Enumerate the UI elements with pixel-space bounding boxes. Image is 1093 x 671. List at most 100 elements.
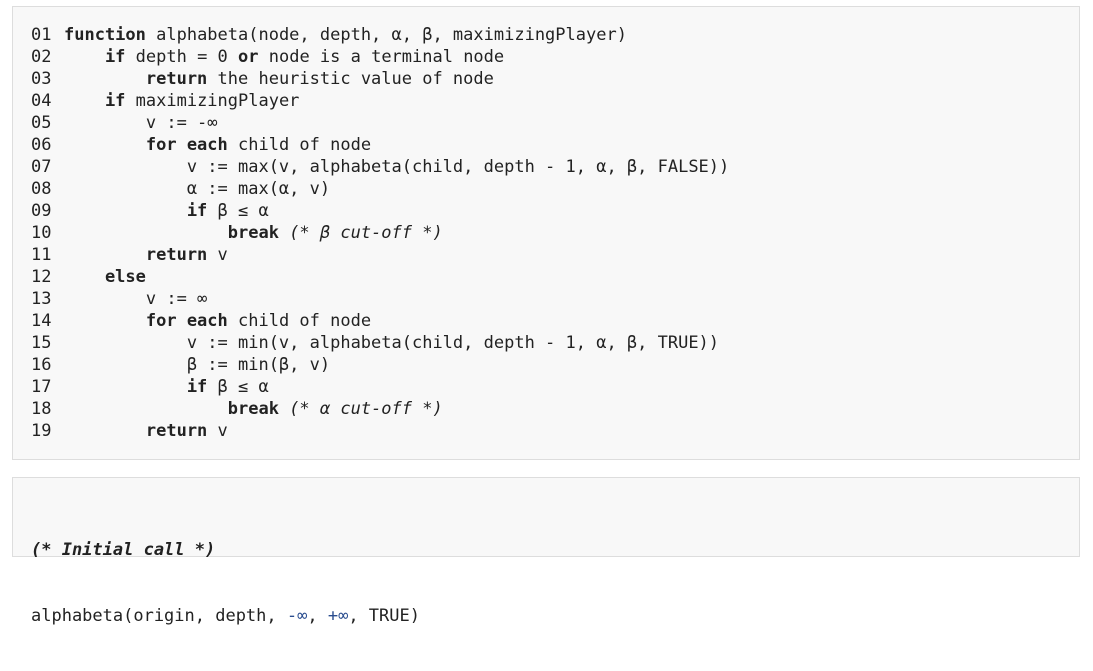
keyword: return bbox=[145, 421, 208, 441]
line-code: return the heuristic value of node bbox=[64, 69, 494, 89]
code-line: 02 if depth = 0 or node is a terminal nod… bbox=[31, 46, 729, 68]
line-code: for each child of node bbox=[64, 311, 371, 331]
line-number: 03 bbox=[31, 69, 52, 89]
pseudocode-block: 01 function alphabeta(node, depth, α, β, … bbox=[12, 6, 1080, 460]
line-number: 19 bbox=[31, 421, 52, 441]
code-line: 12 else bbox=[31, 266, 729, 288]
line-code: if β ≤ α bbox=[64, 201, 269, 221]
code-line: 06 for each child of node bbox=[31, 134, 729, 156]
line-code: if depth = 0 or node is a terminal node bbox=[64, 47, 504, 67]
line-number: 18 bbox=[31, 399, 52, 419]
call-suffix: , TRUE) bbox=[348, 606, 420, 626]
code-text: v := ∞ bbox=[145, 289, 208, 309]
code-line: 07 v := max(v, alphabeta(child, depth - 1… bbox=[31, 156, 729, 178]
line-code: function alphabeta(node, depth, α, β, ma… bbox=[64, 25, 627, 45]
code-line: 10 break (* β cut-off *) bbox=[31, 222, 729, 244]
code-text: v := -∞ bbox=[145, 113, 218, 133]
keyword: for each bbox=[145, 135, 228, 155]
code-text: v := min(v, alphabeta(child, depth - 1, … bbox=[186, 333, 720, 353]
line-number: 05 bbox=[31, 113, 52, 133]
line-code: v := max(v, alphabeta(child, depth - 1, … bbox=[64, 157, 729, 177]
code-text: β ≤ α bbox=[207, 201, 269, 221]
line-number: 06 bbox=[31, 135, 52, 155]
line-code: v := -∞ bbox=[64, 113, 218, 133]
keyword: else bbox=[104, 267, 146, 287]
initial-call-comment: (* Initial call *) bbox=[31, 540, 216, 560]
line-number: 17 bbox=[31, 377, 52, 397]
code-text: β ≤ α bbox=[207, 377, 269, 397]
keyword: return bbox=[145, 245, 208, 265]
code-line: 04 if maximizingPlayer bbox=[31, 90, 729, 112]
line-number: 11 bbox=[31, 245, 52, 265]
pseudocode-lines: 01 function alphabeta(node, depth, α, β, … bbox=[31, 24, 729, 442]
keyword: if bbox=[186, 201, 208, 221]
code-line: 17 if β ≤ α bbox=[31, 376, 729, 398]
keyword: break bbox=[227, 399, 279, 419]
code-line: 11 return v bbox=[31, 244, 729, 266]
keyword: if bbox=[104, 47, 126, 67]
keyword: return bbox=[145, 69, 208, 89]
initial-call-block: (* Initial call *) alphabeta(origin, dep… bbox=[12, 477, 1080, 626]
line-code: else bbox=[64, 267, 146, 287]
line-number: 13 bbox=[31, 289, 52, 309]
code-text: v := max(v, alphabeta(child, depth - 1, … bbox=[186, 157, 730, 177]
call-prefix: alphabeta(origin, depth, bbox=[31, 606, 287, 626]
line-code: α := max(α, v) bbox=[64, 179, 330, 199]
positive-infinity: +∞ bbox=[327, 606, 349, 626]
code-line: 13 v := ∞ bbox=[31, 288, 729, 310]
keyword: if bbox=[104, 91, 126, 111]
keyword: for each bbox=[145, 311, 228, 331]
code-line: 14 for each child of node bbox=[31, 310, 729, 332]
code-text: depth = 0 bbox=[125, 47, 239, 67]
line-number: 02 bbox=[31, 47, 52, 67]
initial-call-lines: (* Initial call *) alphabeta(origin, dep… bbox=[31, 495, 420, 671]
line-code: β := min(β, v) bbox=[64, 355, 330, 375]
keyword: if bbox=[186, 377, 208, 397]
code-text: maximizingPlayer bbox=[125, 91, 300, 111]
comment: (* α cut-off *) bbox=[289, 399, 443, 419]
code-line: 16 β := min(β, v) bbox=[31, 354, 729, 376]
code-line: 08 α := max(α, v) bbox=[31, 178, 729, 200]
call-separator: , bbox=[307, 606, 328, 626]
comment: (* β cut-off *) bbox=[289, 223, 443, 243]
line-code: if maximizingPlayer bbox=[64, 91, 299, 111]
line-number: 15 bbox=[31, 333, 52, 353]
code-line: 05 v := -∞ bbox=[31, 112, 729, 134]
line-code: v := min(v, alphabeta(child, depth - 1, … bbox=[64, 333, 719, 353]
keyword: function bbox=[64, 25, 146, 45]
code-text: α := max(α, v) bbox=[186, 179, 331, 199]
initial-call-comment-line: (* Initial call *) bbox=[31, 539, 420, 561]
line-number: 14 bbox=[31, 311, 52, 331]
code-line: 15 v := min(v, alphabeta(child, depth - 1… bbox=[31, 332, 729, 354]
line-number: 04 bbox=[31, 91, 52, 111]
initial-call-statement: alphabeta(origin, depth, -∞, +∞, TRUE) bbox=[31, 605, 420, 627]
line-code: v := ∞ bbox=[64, 289, 207, 309]
keyword: break bbox=[227, 223, 279, 243]
line-code: break (* α cut-off *) bbox=[64, 399, 443, 419]
code-text: the heuristic value of node bbox=[207, 69, 494, 89]
code-text: β := min(β, v) bbox=[186, 355, 331, 375]
code-line: 19 return v bbox=[31, 420, 729, 442]
keyword: or bbox=[238, 47, 259, 67]
code-text: node is a terminal node bbox=[258, 47, 505, 67]
line-code: break (* β cut-off *) bbox=[64, 223, 443, 243]
line-number: 10 bbox=[31, 223, 52, 243]
line-code: if β ≤ α bbox=[64, 377, 269, 397]
line-number: 09 bbox=[31, 201, 52, 221]
code-text: child of node bbox=[227, 311, 372, 331]
code-text: v bbox=[207, 421, 228, 441]
line-number: 08 bbox=[31, 179, 52, 199]
code-line: 18 break (* α cut-off *) bbox=[31, 398, 729, 420]
line-code: for each child of node bbox=[64, 135, 371, 155]
code-text: alphabeta(node, depth, α, β, maximizingP… bbox=[145, 25, 627, 45]
code-line: 03 return the heuristic value of node bbox=[31, 68, 729, 90]
line-number: 16 bbox=[31, 355, 52, 375]
code-text: v bbox=[207, 245, 228, 265]
line-number: 01 bbox=[31, 25, 52, 45]
line-number: 12 bbox=[31, 267, 52, 287]
code-text: child of node bbox=[227, 135, 372, 155]
line-code: return v bbox=[64, 421, 228, 441]
code-line: 09 if β ≤ α bbox=[31, 200, 729, 222]
